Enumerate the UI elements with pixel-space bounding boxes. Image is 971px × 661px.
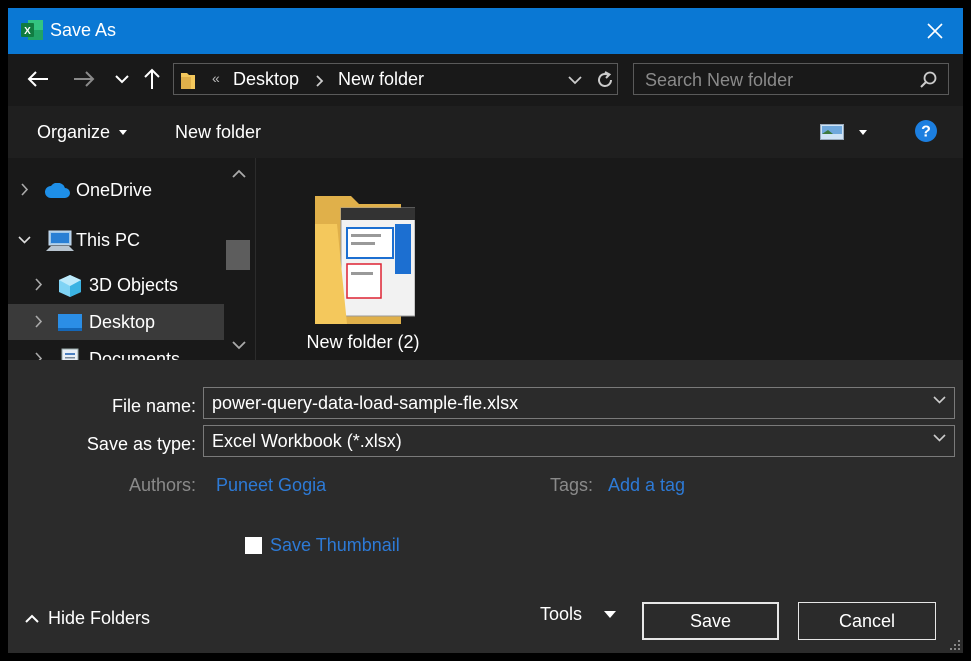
save-as-type-label: Save as type:: [86, 434, 196, 454]
computer-icon: [46, 230, 74, 251]
organize-button[interactable]: Organize: [37, 106, 131, 158]
tree-item-3d-objects[interactable]: 3D Objects: [8, 267, 224, 303]
title-bar: X Save As: [8, 8, 963, 54]
address-bar[interactable]: « Desktop New folder: [173, 63, 618, 95]
view-caret-down-icon[interactable]: [859, 130, 867, 135]
back-button[interactable]: [25, 66, 51, 92]
desktop-icon: [58, 314, 82, 331]
chevron-down-icon: [115, 75, 129, 84]
save-thumbnail-checkbox[interactable]: [245, 537, 262, 554]
svg-text:X: X: [24, 26, 31, 37]
navigation-scrollbar[interactable]: [224, 158, 255, 360]
tools-label: Tools: [540, 604, 583, 624]
save-as-type-select[interactable]: Excel Workbook (*.xlsx): [203, 425, 955, 457]
file-name-value[interactable]: power-query-data-load-sample-fle.xlsx: [212, 393, 518, 414]
file-list[interactable]: New folder (2): [255, 158, 963, 360]
recent-locations-button[interactable]: [109, 66, 135, 92]
save-thumbnail-label[interactable]: Save Thumbnail: [270, 535, 400, 556]
save-button[interactable]: Save: [642, 602, 779, 640]
file-name-label: File name:: [111, 396, 196, 416]
up-button[interactable]: [139, 66, 165, 92]
save-as-dialog: X Save As « Desktop New folder Search Ne…: [8, 8, 963, 653]
forward-button[interactable]: [71, 66, 97, 92]
tools-button[interactable]: Tools: [540, 604, 620, 634]
folder-icon: [181, 73, 195, 89]
tree-item-label: Desktop: [89, 312, 156, 332]
tree-item-label: OneDrive: [76, 180, 153, 200]
forward-arrow-icon: [74, 71, 95, 87]
tree-item-documents[interactable]: Documents: [8, 341, 224, 360]
up-arrow-icon: [144, 68, 160, 89]
tree-item-onedrive[interactable]: OneDrive: [8, 172, 224, 208]
new-folder-button[interactable]: New folder: [175, 122, 261, 143]
authors-value[interactable]: Puneet Gogia: [216, 475, 326, 496]
chevron-right-icon: [35, 352, 43, 360]
chevron-down-icon: [933, 434, 946, 442]
tree-item-desktop[interactable]: Desktop: [8, 304, 224, 340]
tags-value[interactable]: Add a tag: [608, 475, 685, 496]
back-arrow-icon: [27, 71, 48, 87]
folder-with-preview-icon: [315, 196, 415, 324]
excel-icon: X: [21, 20, 43, 40]
folder-item-label: New folder (2): [306, 332, 420, 352]
documents-icon: [61, 348, 79, 360]
tree-item-label: 3D Objects: [89, 275, 179, 295]
refresh-icon[interactable]: [595, 70, 615, 90]
tree-item-this-pc[interactable]: This PC: [8, 222, 224, 258]
close-icon: [927, 23, 943, 39]
svg-text:?: ?: [921, 124, 931, 141]
chevron-right-icon: [21, 183, 29, 196]
tree-item-label: Documents: [89, 349, 181, 360]
pane-divider[interactable]: [255, 158, 256, 360]
close-button[interactable]: [907, 8, 963, 54]
search-input[interactable]: Search New folder: [645, 70, 793, 91]
breadcrumb-new-folder[interactable]: New folder: [338, 69, 424, 90]
onedrive-cloud-icon: [45, 183, 70, 198]
caret-down-icon: [604, 611, 616, 618]
chevron-down-icon[interactable]: [933, 396, 946, 404]
caret-down-icon: [119, 130, 127, 135]
chevron-down-icon[interactable]: [568, 76, 582, 85]
breadcrumb-desktop[interactable]: Desktop: [233, 69, 299, 90]
resize-grip-icon[interactable]: [949, 639, 961, 651]
tree-item-label: This PC: [76, 230, 141, 250]
3d-objects-icon: [59, 275, 81, 297]
scroll-up-icon[interactable]: [232, 169, 246, 178]
folder-item[interactable]: New folder (2): [293, 178, 433, 358]
view-options-icon[interactable]: [820, 124, 844, 140]
cancel-button[interactable]: Cancel: [798, 602, 936, 640]
save-as-type-value: Excel Workbook (*.xlsx): [212, 431, 402, 451]
help-icon[interactable]: ?: [914, 119, 938, 143]
command-bar: Organize New folder ?: [8, 106, 963, 158]
chevron-right-icon: [35, 278, 43, 291]
scroll-down-icon[interactable]: [232, 341, 246, 350]
hide-folders-label: Hide Folders: [48, 608, 151, 628]
chevron-up-icon: [25, 614, 39, 623]
chevron-right-icon: [316, 75, 324, 87]
organize-label: Organize: [37, 122, 111, 142]
file-name-field[interactable]: power-query-data-load-sample-fle.xlsx: [203, 387, 955, 419]
navigation-pane[interactable]: OneDrive This PC 3D Objects Desktop Docu…: [8, 158, 255, 360]
breadcrumb-overflow[interactable]: «: [212, 70, 220, 86]
tags-label: Tags:: [550, 475, 594, 495]
scrollbar-thumb[interactable]: [226, 240, 250, 270]
chevron-down-icon: [18, 236, 31, 244]
window-title: Save As: [50, 20, 117, 40]
search-box[interactable]: Search New folder: [633, 63, 949, 95]
navigation-bar: « Desktop New folder Search New folder: [8, 54, 963, 106]
authors-label: Authors:: [129, 475, 197, 495]
hide-folders-button[interactable]: Hide Folders: [23, 606, 173, 636]
search-icon[interactable]: [920, 71, 937, 88]
chevron-right-icon: [35, 315, 43, 328]
save-options: File name: power-query-data-load-sample-…: [8, 360, 963, 653]
